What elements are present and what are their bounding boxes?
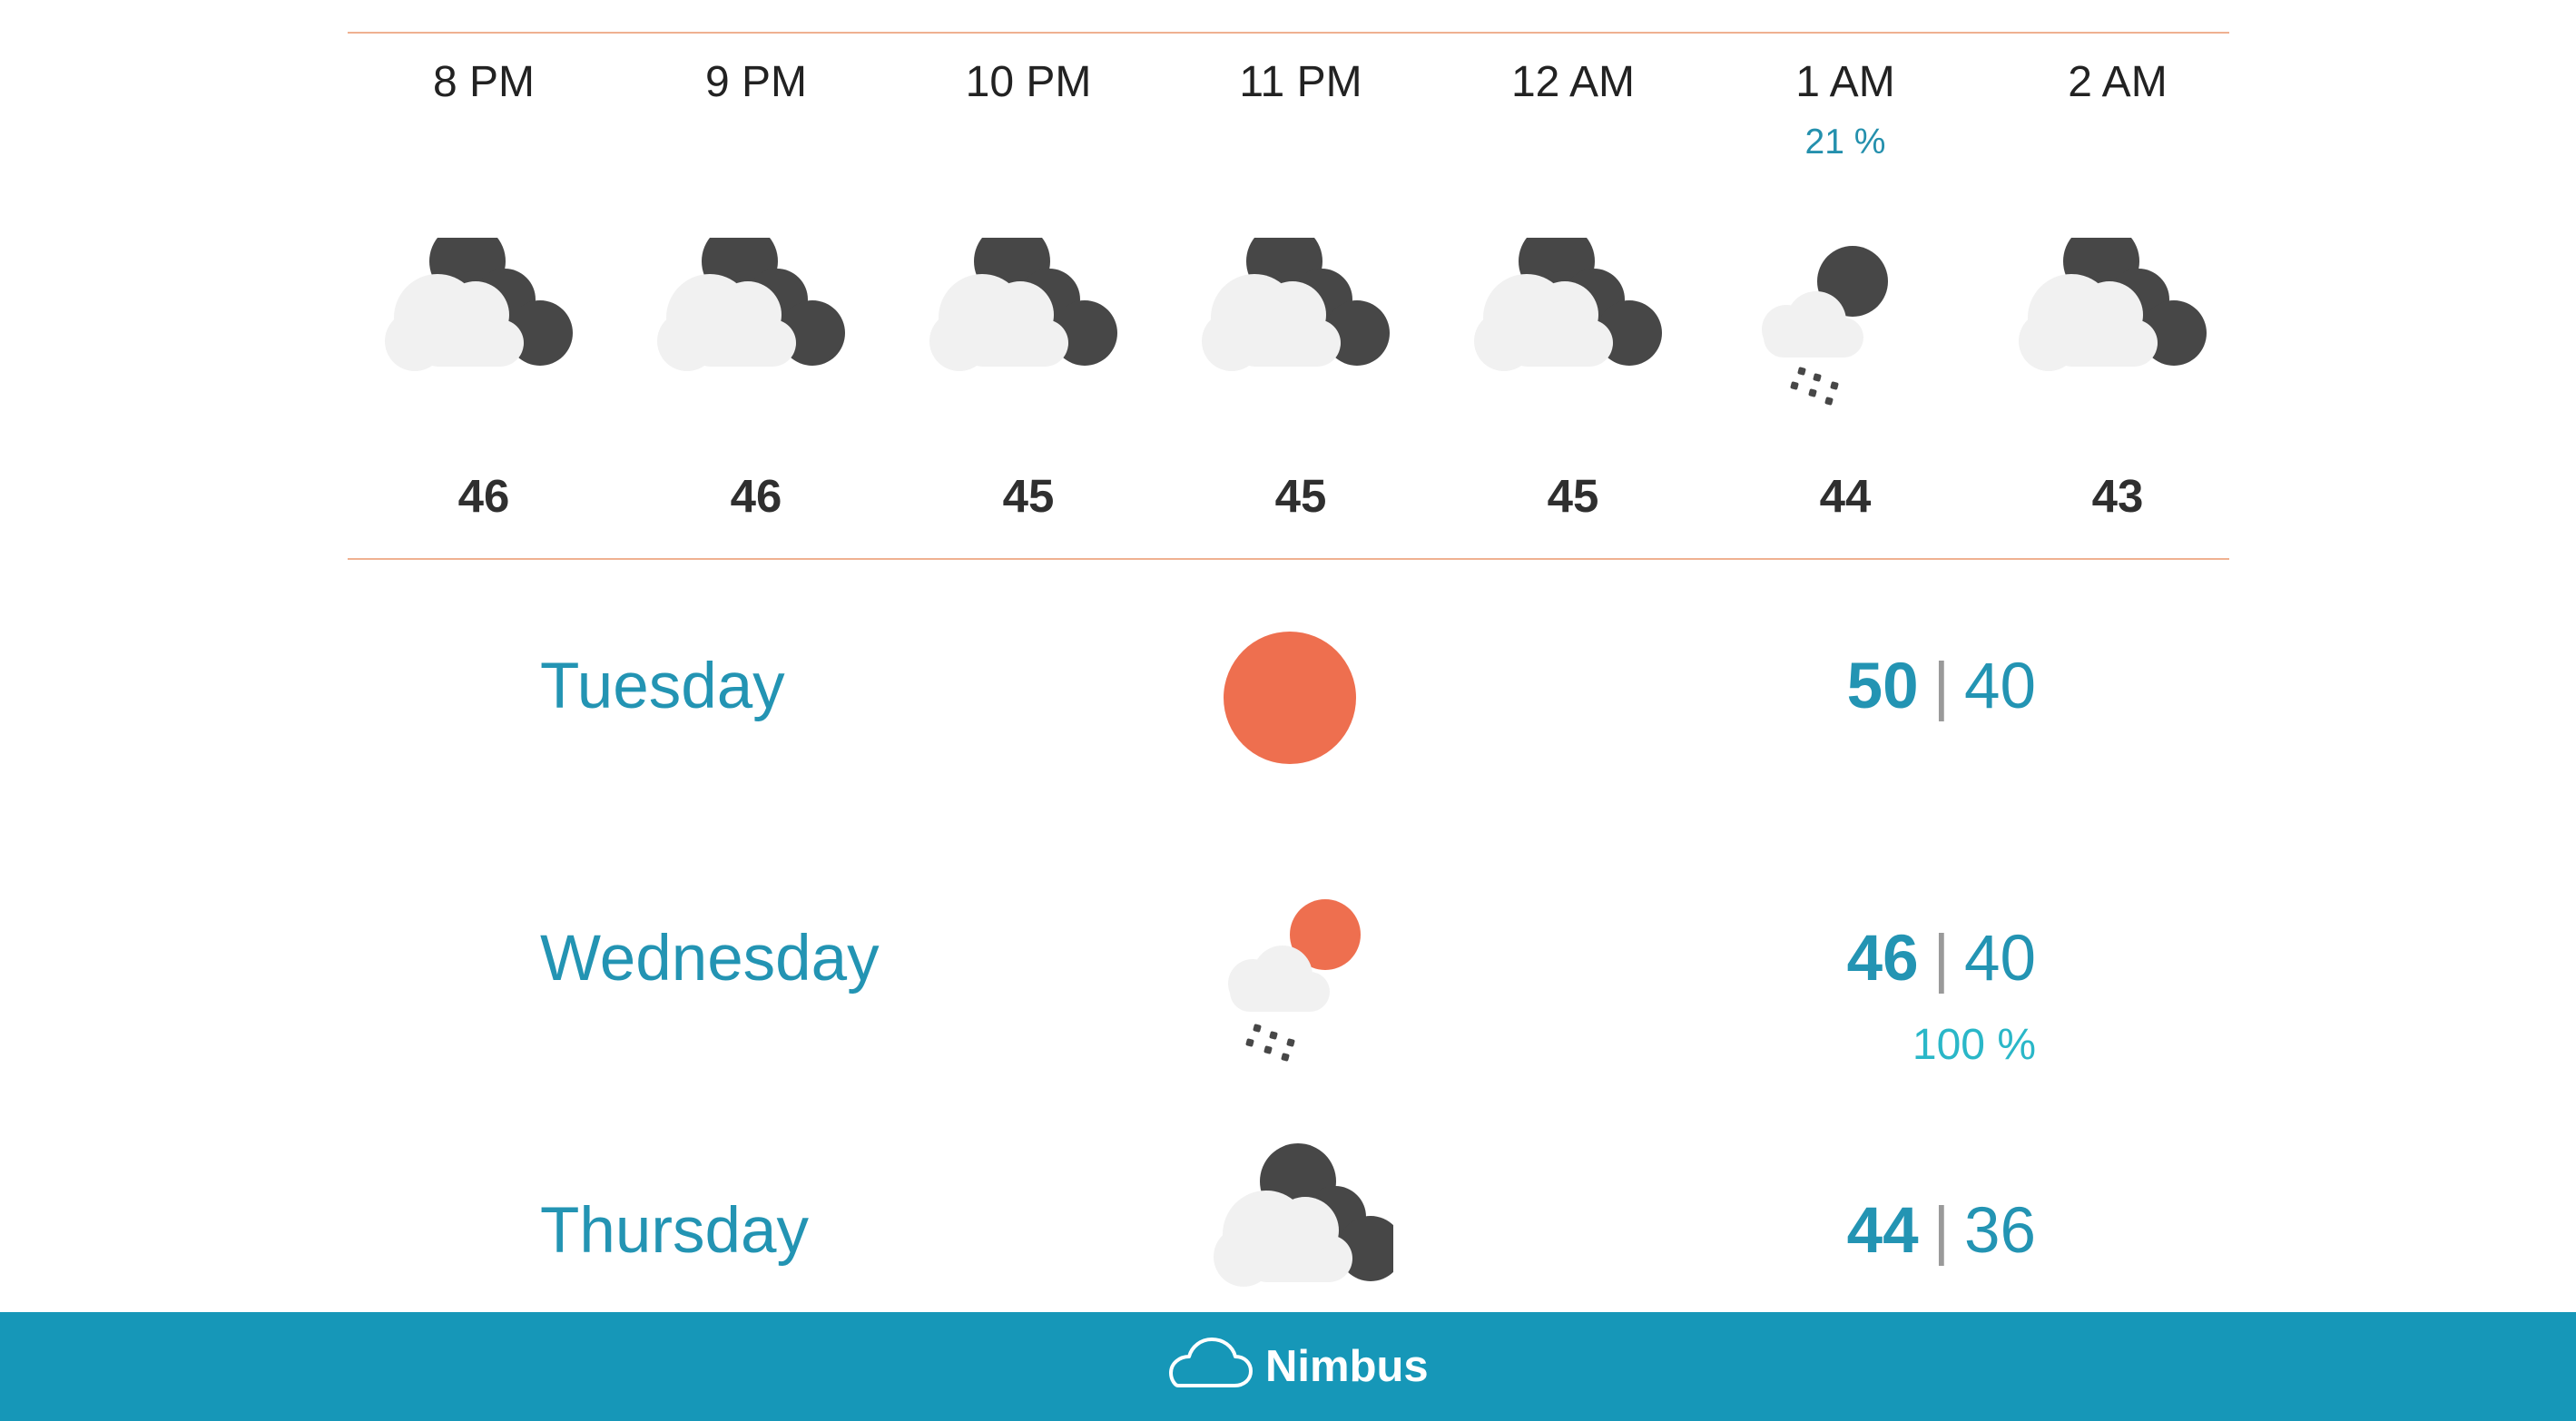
partly-cloudy-night-icon [1202,238,1390,371]
hourly-time: 9 PM [704,58,808,106]
hourly-time: 8 PM [432,58,536,106]
hourly-time: 12 AM [1510,58,1636,106]
hourly-item-12am: 12 AM 45 [1437,34,1709,558]
hourly-time: 2 AM [2068,58,2168,106]
hourly-forecast: 8 PM 46 9 PM 46 10 PM 45 11 PM 45 12 AM … [348,32,2229,560]
daily-item-tuesday: Tuesday 50 | 40 [0,599,2576,799]
partly-cloudy-night-icon [2019,238,2207,371]
hourly-time: 10 PM [965,58,1092,106]
weather-app-screen: 8 PM 46 9 PM 46 10 PM 45 11 PM 45 12 AM … [0,0,2576,1421]
hourly-temp: 44 [1819,470,1872,522]
hourly-item-2am: 2 AM 43 [1981,34,2254,558]
sunny-icon [1224,632,1356,764]
hourly-item-1am: 1 AM 21 % 44 [1709,34,1981,558]
day-high-temp: 44 [1846,1195,1919,1267]
hourly-temp: 45 [1274,470,1327,522]
partly-cloudy-night-icon [1474,238,1662,371]
hourly-item-11pm: 11 PM 45 [1165,34,1437,558]
hourly-temp: 45 [1547,470,1599,522]
brand-lockup: Nimbus [1162,1325,1429,1408]
hourly-temp: 43 [2091,470,2144,522]
day-name: Thursday [540,1195,809,1267]
daily-item-wednesday: Wednesday 46 | 40 100 % [0,871,2576,1071]
hourly-time: 11 PM [1239,58,1362,106]
cloud-outline-icon [1169,1338,1253,1387]
day-temperatures: 44 | 36 [1846,1195,2036,1267]
day-low-temp: 40 [1964,651,2036,722]
day-high-temp: 50 [1846,651,1919,722]
hourly-temp: 46 [730,470,782,522]
day-name: Wednesday [540,923,880,995]
rain-night-icon [1762,246,1888,406]
day-low-temp: 40 [1964,923,2036,995]
hourly-item-8pm: 8 PM 46 [348,34,620,558]
brand-name: Nimbus [1265,1341,1429,1391]
temp-separator: | [1932,923,1951,995]
hourly-precip: 21 % [1804,122,1886,162]
partly-cloudy-night-icon [385,238,573,371]
rain-sun-icon [1228,899,1361,1062]
day-low-temp: 36 [1964,1195,2036,1267]
day-temperatures: 50 | 40 [1846,651,2036,722]
hourly-item-10pm: 10 PM 45 [892,34,1165,558]
hourly-item-9pm: 9 PM 46 [620,34,892,558]
day-temperatures: 46 | 40 [1846,923,2036,995]
temp-separator: | [1932,1195,1951,1267]
hourly-time: 1 AM [1795,58,1895,106]
day-name: Tuesday [540,651,785,722]
day-high-temp: 46 [1846,923,1919,995]
temp-separator: | [1932,651,1951,722]
hourly-temp: 46 [457,470,510,522]
partly-cloudy-night-icon [657,238,845,371]
day-precip: 100 % [1912,1021,2036,1069]
app-footer: Nimbus [0,1312,2576,1421]
hourly-temp: 45 [1002,470,1055,522]
partly-cloudy-night-icon [929,238,1117,371]
